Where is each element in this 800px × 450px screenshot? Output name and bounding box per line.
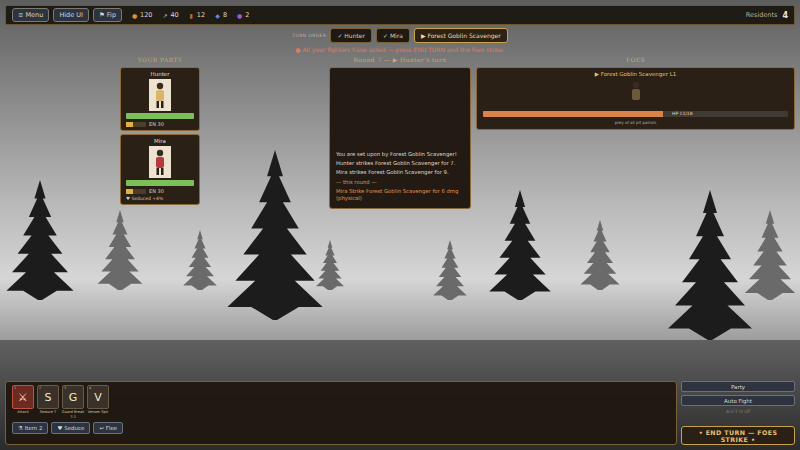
- log-line: Mira Strike Forest Goblin Scavenger for …: [336, 188, 464, 202]
- resource: ◆8: [214, 11, 227, 19]
- log-column: Round 7 — ▶ Hunter's turn You are set upo…: [329, 56, 471, 209]
- character-icon: [153, 81, 167, 109]
- command-button[interactable]: ↩ Flee: [93, 422, 123, 434]
- hotkey-badge: 3: [64, 386, 66, 390]
- resource-icon: ●: [236, 12, 243, 19]
- foes-column: FOES ▶ Forest Goblin Scavenger L1 HP 11/18…: [476, 56, 795, 130]
- character-icon: [153, 148, 167, 176]
- member-name: Hunter: [151, 71, 170, 77]
- end-turn-button[interactable]: • END TURN — FOES STRIKE •: [681, 426, 795, 445]
- party-column: YOUR PARTY Hunter EN 30 Mira EN 30 ♥ Seduced …: [120, 56, 200, 205]
- ability-button[interactable]: 3G: [62, 385, 84, 409]
- log-line: Mira strikes Forest Goblin Scavenger for…: [336, 169, 464, 176]
- status-effect: ♥ Seduced +4%: [126, 196, 163, 201]
- ability-row: 1⚔Attack2SSeduce T3GGuard Break3.34VVeno…: [12, 385, 670, 419]
- energy-bar: [126, 122, 146, 127]
- ability-slot: 2SSeduce T: [37, 385, 59, 419]
- action-bar: 1⚔Attack2SSeduce T3GGuard Break3.34VVeno…: [5, 381, 795, 445]
- battle-screen: ≡ MenuHide UI⚑ Fip●120↗40▮12◆8●2Resident…: [0, 0, 800, 450]
- side-button[interactable]: Auto Fight: [681, 395, 795, 406]
- ability-cost: 3.3: [70, 415, 76, 419]
- hp-bar: [126, 113, 194, 119]
- side-controls: Party Auto Fight A·U·T·O off • END TURN — F…: [681, 381, 795, 445]
- foe-card[interactable]: ▶ Forest Goblin Scavenger L1 HP 11/18 prey…: [476, 67, 795, 130]
- action-panel: 1⚔Attack2SSeduce T3GGuard Break3.34VVeno…: [5, 381, 677, 445]
- foe-hp-bar: HP 11/18: [483, 111, 788, 117]
- ability-label: Venom Spit: [88, 410, 108, 414]
- hotkey-badge: 2: [39, 386, 41, 390]
- side-button[interactable]: Party: [681, 381, 795, 392]
- resource: ↗40: [161, 11, 178, 19]
- energy-bar: [126, 189, 146, 194]
- energy-row: EN 30: [126, 121, 194, 127]
- command-row: ⚗ Item 2♥ Seduce↩ Flee: [12, 422, 670, 434]
- log-line: — this round —: [336, 179, 464, 186]
- ability-slot: 4VVenom Spit: [87, 385, 109, 419]
- member-card[interactable]: Mira EN 30 ♥ Seduced +4%: [120, 134, 200, 205]
- resource-icon: ↗: [161, 12, 168, 19]
- resource: ●120: [131, 11, 152, 19]
- ability-slot: 1⚔Attack: [12, 385, 34, 419]
- foe-note: prey of all pit patrols: [615, 120, 657, 125]
- portrait: [149, 146, 171, 178]
- ability-button[interactable]: 4V: [87, 385, 109, 409]
- resource: ●2: [236, 11, 249, 19]
- residents: Residents4: [746, 11, 788, 20]
- resource-icon: ●: [131, 12, 138, 19]
- resource-icon: ◆: [214, 12, 221, 19]
- foes-heading: FOES: [476, 56, 795, 64]
- ability-label: Attack: [17, 410, 28, 414]
- resource: ▮12: [188, 11, 205, 19]
- turn-chip: ✓ Mira: [376, 28, 410, 43]
- turn-order-label: TURN ORDER: [292, 33, 326, 38]
- ability-label: Seduce T: [40, 410, 57, 414]
- hotkey-badge: 4: [89, 386, 91, 390]
- hp-bar: [126, 180, 194, 186]
- turn-chip: ▶ Forest Goblin Scavenger: [414, 28, 508, 43]
- party-heading: YOUR PARTY: [120, 56, 200, 64]
- command-button[interactable]: ♥ Seduce: [51, 422, 90, 434]
- turn-order: TURN ORDER ✓ Hunter ✓ Mira ▶ Forest Goblin …: [5, 28, 795, 43]
- round-heading: Round 7 — ▶ Hunter's turn: [329, 56, 471, 64]
- goblin-icon: [629, 80, 643, 108]
- combat-log: You are set upon by Forest Goblin Scaven…: [329, 67, 471, 209]
- resource-icon: ▮: [188, 12, 195, 19]
- energy-row: EN 30: [126, 188, 194, 194]
- foe-name: ▶ Forest Goblin Scavenger L1: [595, 71, 676, 77]
- ability-label: Guard Break: [62, 410, 84, 414]
- log-line: Hunter strikes Forest Goblin Scavenger f…: [336, 160, 464, 167]
- log-line: You are set upon by Forest Goblin Scaven…: [336, 151, 464, 158]
- top-button[interactable]: Hide UI: [53, 8, 89, 22]
- ability-button[interactable]: 2S: [37, 385, 59, 409]
- member-card[interactable]: Hunter EN 30: [120, 67, 200, 131]
- foe-hp-text: HP 11/18: [672, 111, 693, 117]
- auto-note: A·U·T·O off: [681, 409, 795, 414]
- member-name: Mira: [154, 138, 166, 144]
- turn-chip: ✓ Hunter: [330, 28, 372, 43]
- top-button[interactable]: ≡ Menu: [12, 8, 49, 22]
- turn-notice: ● All your fighters have acted — press E…: [5, 46, 795, 53]
- hotkey-badge: 1: [14, 386, 16, 390]
- top-bar: ≡ Menu Hide UI ⚑ Fip ●120 ↗40 ▮12 ◆8 ●2 Resident…: [5, 5, 795, 25]
- battle-area: YOUR PARTY Hunter EN 30 Mira EN 30 ♥ Seduced …: [5, 56, 795, 209]
- command-button[interactable]: ⚗ Item 2: [12, 422, 48, 434]
- portrait: [149, 79, 171, 111]
- top-button[interactable]: ⚑ Fip: [93, 8, 122, 22]
- ability-slot: 3GGuard Break3.3: [62, 385, 84, 419]
- ability-button[interactable]: 1⚔: [12, 385, 34, 409]
